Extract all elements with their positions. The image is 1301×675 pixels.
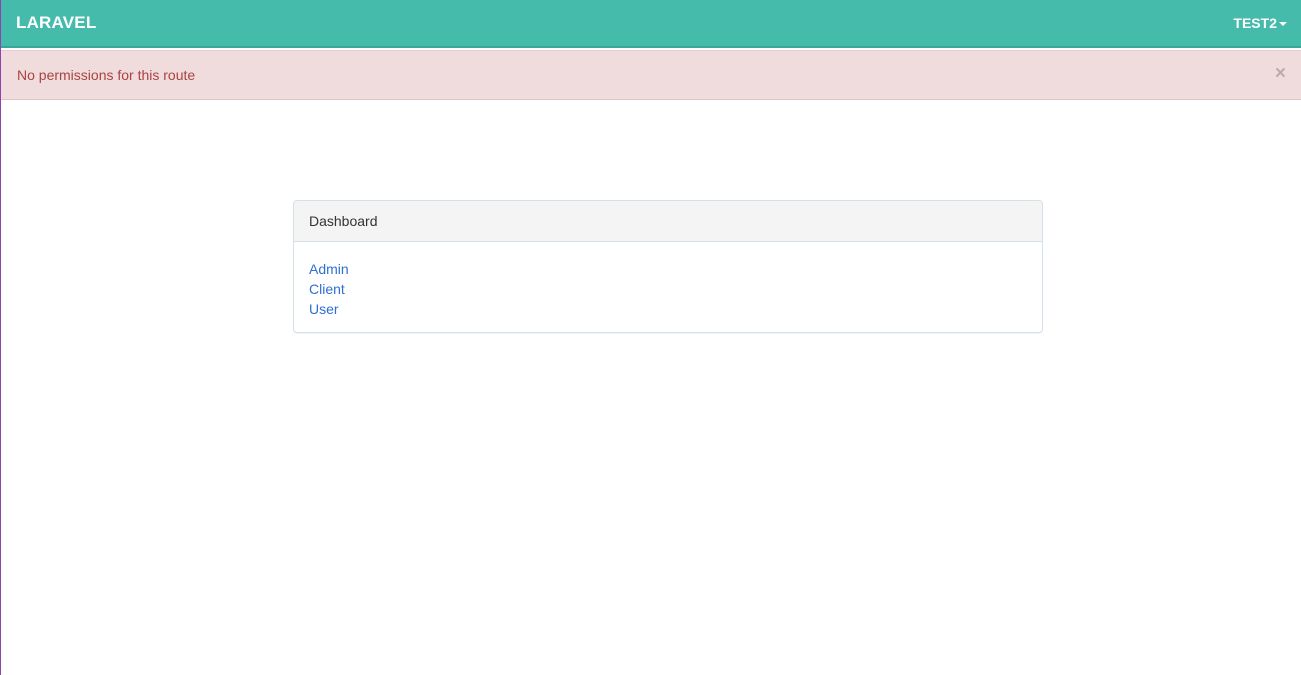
panel-body: Admin Client User	[294, 242, 1042, 332]
brand-link[interactable]: LARAVEL	[16, 13, 96, 33]
panel-heading: Dashboard	[294, 201, 1042, 242]
alert-message: No permissions for this route	[17, 67, 196, 83]
dashboard-panel: Dashboard Admin Client User	[293, 200, 1043, 333]
top-navbar: LARAVEL TEST2	[1, 0, 1301, 48]
close-icon[interactable]: ×	[1275, 64, 1286, 84]
user-menu-label: TEST2	[1233, 15, 1277, 31]
link-user[interactable]: User	[309, 299, 1027, 319]
link-admin[interactable]: Admin	[309, 259, 1027, 279]
caret-down-icon	[1279, 21, 1287, 26]
user-dropdown-toggle[interactable]: TEST2	[1233, 15, 1287, 31]
page: LARAVEL TEST2 No permissions for this ro…	[0, 0, 1301, 675]
permission-alert: No permissions for this route ×	[1, 50, 1301, 100]
link-client[interactable]: Client	[309, 279, 1027, 299]
